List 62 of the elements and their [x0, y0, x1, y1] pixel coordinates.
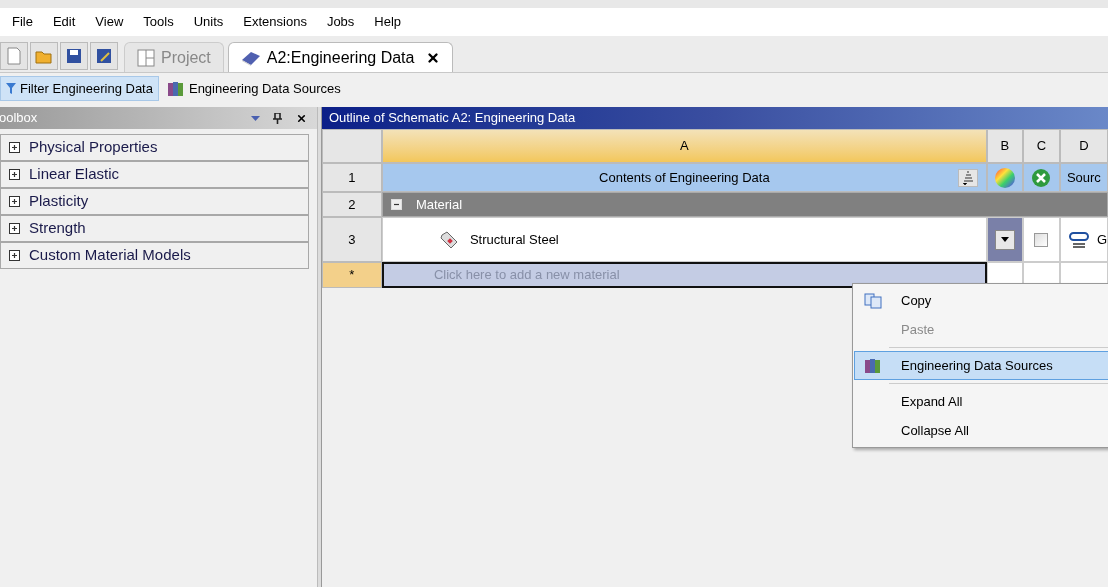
save-icon[interactable]	[60, 42, 88, 70]
table-cell: Contents of Engineering Data	[381, 163, 987, 192]
copy-icon	[864, 292, 882, 309]
checkbox[interactable]	[1034, 232, 1049, 247]
link-icon[interactable]	[1068, 230, 1089, 249]
book-icon	[240, 49, 261, 66]
expand-icon[interactable]	[9, 250, 20, 261]
menu-item[interactable]: Jobs	[320, 12, 361, 32]
column-header[interactable]: B	[986, 129, 1023, 163]
books-icon	[166, 80, 185, 97]
column-header[interactable]: C	[1022, 129, 1060, 163]
expand-icon[interactable]	[9, 196, 20, 207]
menu-item[interactable]: Edit	[46, 12, 82, 32]
menu-item[interactable]: Help	[368, 12, 408, 32]
menu-item[interactable]: Units	[187, 12, 230, 32]
suppress-icon	[1031, 167, 1052, 188]
toolbox-category[interactable]: Plasticity	[0, 188, 309, 215]
menu-item[interactable]: Copy	[854, 286, 1108, 315]
menu-item[interactable]: Extensions	[237, 12, 313, 32]
row-number: 2	[321, 192, 382, 217]
filter-button[interactable]: Filter Engineering Data	[0, 76, 159, 101]
expand-icon[interactable]	[9, 169, 20, 180]
table-cell[interactable]: Structural Steel	[381, 217, 987, 262]
menu-item[interactable]: Expand All	[854, 387, 1108, 416]
close-icon[interactable]	[426, 50, 441, 65]
layout-icon	[137, 48, 155, 67]
filter-icon	[6, 83, 16, 94]
toolbox-category[interactable]: Custom Material Models	[0, 242, 309, 269]
outline-title-bar: Outline of Schematic A2: Engineering Data	[321, 107, 1108, 129]
row-number: 3	[321, 217, 382, 262]
row-number: 1	[321, 163, 382, 192]
color-wheel-icon	[993, 166, 1016, 189]
pin-icon[interactable]	[272, 112, 282, 124]
menu-item[interactable]: Collapse All	[854, 416, 1108, 445]
toolbox-category[interactable]: Strength	[0, 215, 309, 242]
tab[interactable]: A2:Engineering Data	[227, 42, 454, 72]
save-as-icon[interactable]	[90, 42, 118, 70]
expand-icon[interactable]	[9, 142, 20, 153]
sources-button[interactable]: Engineering Data Sources	[160, 76, 347, 101]
dropdown-icon[interactable]	[250, 115, 260, 121]
source-text: G	[1096, 230, 1107, 249]
close-icon[interactable]	[295, 112, 307, 124]
menu-item[interactable]: Tools	[137, 12, 180, 32]
column-header[interactable]: D	[1059, 129, 1108, 163]
sort-icon[interactable]	[957, 168, 978, 187]
table-cell: Sourc	[1059, 163, 1108, 192]
menu-item[interactable]: Engineering Data Sources	[854, 351, 1108, 380]
dropdown-button[interactable]	[994, 229, 1015, 250]
menu-item[interactable]: File	[6, 12, 39, 32]
toolbox-category[interactable]: Linear Elastic	[0, 161, 309, 188]
toolbox-category[interactable]: Physical Properties	[0, 134, 309, 161]
panel-title: oolbox	[0, 109, 39, 128]
column-header[interactable]: A	[381, 129, 987, 163]
collapse-icon[interactable]	[390, 199, 402, 210]
books-icon	[864, 357, 882, 374]
caret-icon	[1000, 237, 1009, 242]
tag-icon	[439, 230, 458, 249]
menu-item[interactable]: View	[89, 12, 130, 32]
group-row[interactable]: Material	[381, 192, 1108, 217]
row-number: *	[321, 262, 382, 288]
group-label: Material	[415, 195, 463, 214]
expand-icon[interactable]	[9, 223, 20, 234]
